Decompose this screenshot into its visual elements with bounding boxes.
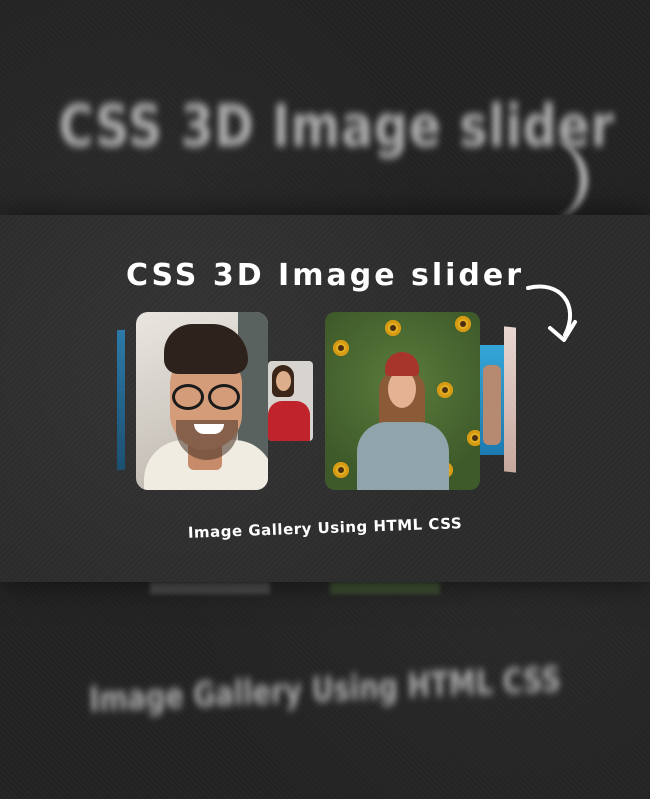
blurred-background-top: CSS 3D Image slider — [0, 0, 650, 215]
sunflower — [455, 316, 471, 332]
slide-smiling-man[interactable] — [136, 312, 268, 490]
slider-card: CSS 3D Image slider Image Gallery Using … — [0, 215, 650, 582]
photo-sweater — [268, 401, 310, 441]
sunflower — [333, 462, 349, 478]
slide-blue-photo[interactable] — [117, 329, 125, 471]
sunflower — [385, 320, 401, 336]
blurred-background-bottom: Image Gallery Using HTML CSS — [0, 582, 650, 799]
slide-woman-sunflower[interactable] — [325, 312, 480, 490]
slide-pink-photo[interactable] — [504, 326, 516, 473]
photo-hat — [385, 352, 419, 376]
photo-hair — [164, 324, 248, 374]
photo-shirt — [357, 422, 449, 490]
glasses-lens — [172, 384, 204, 410]
photo-inner — [483, 365, 501, 445]
photo-face — [276, 371, 291, 391]
glasses-lens — [208, 384, 240, 410]
subtitle: Image Gallery Using HTML CSS — [187, 514, 463, 542]
blurred-subtitle: Image Gallery Using HTML CSS — [88, 659, 562, 721]
curved-arrow-icon — [526, 284, 577, 342]
sunflower — [333, 340, 349, 356]
blurred-slide-strip — [330, 582, 440, 594]
slide-woman-red-sweater[interactable] — [268, 361, 313, 441]
slide-woman-blue-frame[interactable] — [480, 345, 504, 455]
sunflower — [437, 382, 453, 398]
sunflower — [467, 430, 480, 446]
blurred-slide-strip — [150, 582, 270, 594]
blurred-title: CSS 3D Image slider — [58, 92, 615, 160]
